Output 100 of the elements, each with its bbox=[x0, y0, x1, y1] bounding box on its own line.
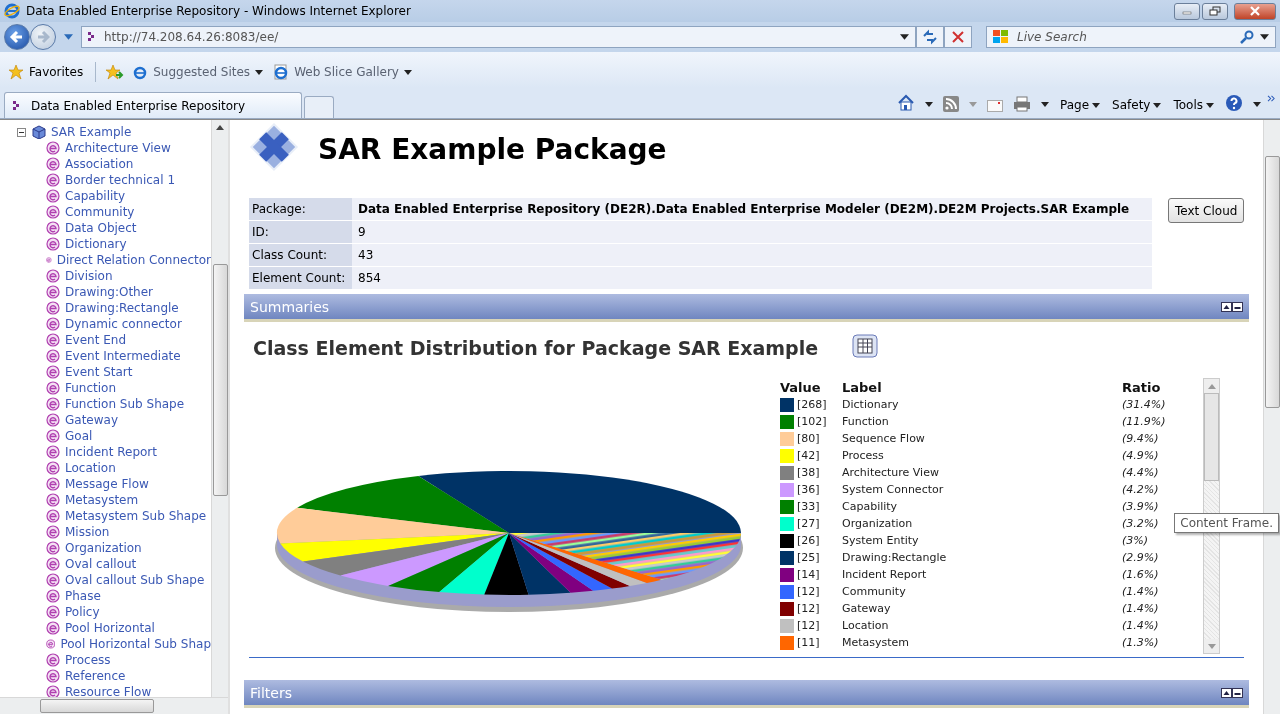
tree-item[interactable]: Function Sub Shape bbox=[65, 397, 185, 411]
legend-label: Function bbox=[842, 415, 890, 428]
table-icon[interactable] bbox=[852, 334, 879, 358]
tree-item[interactable]: Function bbox=[65, 381, 117, 395]
section-toggle-icon[interactable] bbox=[1221, 687, 1243, 698]
caret-icon[interactable] bbox=[1041, 102, 1049, 107]
chevron-icon[interactable] bbox=[1267, 95, 1276, 102]
legend-value: [36] bbox=[797, 483, 821, 496]
web-page-icon bbox=[273, 64, 290, 80]
tree-item[interactable]: Policy bbox=[65, 605, 100, 619]
restore-icon bbox=[1209, 6, 1221, 16]
legend-ratio: (4.4%) bbox=[1122, 466, 1159, 479]
add-favorite-icon[interactable] bbox=[106, 64, 125, 80]
tree-item[interactable]: Architecture View bbox=[65, 141, 171, 155]
caret-icon[interactable] bbox=[1260, 34, 1269, 40]
collapse-icon[interactable] bbox=[17, 127, 26, 137]
tree-item[interactable]: Event Intermediate bbox=[65, 349, 181, 363]
command-menu[interactable]: Tools bbox=[1168, 96, 1219, 114]
legend-value: [11] bbox=[797, 636, 821, 649]
caret-icon[interactable] bbox=[900, 34, 909, 40]
tree-item[interactable]: Border technical 1 bbox=[65, 173, 175, 187]
tree-item[interactable]: Resource Flow bbox=[65, 685, 152, 697]
scrollbar[interactable] bbox=[211, 120, 228, 697]
tree-item[interactable]: Pool Horizontal Sub Shap bbox=[60, 637, 211, 651]
tree-item[interactable]: Drawing:Other bbox=[65, 285, 153, 299]
favorites-link[interactable]: Suggested Sites bbox=[130, 62, 266, 82]
tree-item[interactable]: Dictionary bbox=[65, 237, 127, 251]
tree-item[interactable]: Data Object bbox=[65, 221, 137, 235]
tree-item[interactable]: Community bbox=[65, 205, 135, 219]
section-toggle-icon[interactable] bbox=[1221, 301, 1243, 312]
caret-icon bbox=[1153, 102, 1162, 108]
feed-icon[interactable] bbox=[943, 96, 959, 112]
tree-item[interactable]: Pool Horizontal bbox=[65, 621, 155, 635]
command-menu[interactable]: Page bbox=[1055, 96, 1106, 114]
tree-item[interactable]: Metasystem bbox=[65, 493, 139, 507]
print-icon[interactable] bbox=[1013, 96, 1031, 112]
caret-icon bbox=[403, 69, 412, 75]
favorites-link[interactable]: Web Slice Gallery bbox=[271, 62, 414, 82]
legend-label: System Connector bbox=[842, 483, 945, 496]
tree-item[interactable]: Mission bbox=[65, 525, 110, 539]
info-value: 854 bbox=[352, 267, 1152, 289]
stop-button[interactable] bbox=[944, 26, 972, 48]
tree-item[interactable]: Capability bbox=[65, 189, 126, 203]
element-icon bbox=[46, 637, 56, 651]
close-icon bbox=[1249, 6, 1261, 16]
tree-item[interactable]: Organization bbox=[65, 541, 142, 555]
address-field[interactable]: http://74.208.64.26:8083/ee/ bbox=[81, 26, 916, 48]
column-header: Label bbox=[842, 379, 883, 395]
tree-item[interactable]: Goal bbox=[65, 429, 93, 443]
element-icon bbox=[46, 525, 60, 539]
home-icon[interactable] bbox=[897, 94, 915, 112]
caret-icon[interactable] bbox=[925, 102, 933, 107]
window-title: Data Enabled Enterprise Repository - Windows Internet Explorer bbox=[26, 4, 411, 18]
forward-button[interactable] bbox=[30, 24, 56, 50]
tree-item[interactable]: Location bbox=[65, 461, 116, 475]
help-icon[interactable] bbox=[1225, 94, 1243, 112]
favorites-button[interactable]: Favorites bbox=[6, 62, 86, 82]
restore-button[interactable] bbox=[1202, 2, 1228, 20]
tree-item[interactable]: SAR Example bbox=[51, 125, 132, 139]
legend-label: Architecture View bbox=[842, 466, 940, 479]
command-menu[interactable]: Safety bbox=[1107, 96, 1167, 114]
text-cloud-button[interactable]: Text Cloud bbox=[1168, 198, 1245, 223]
legend-ratio: (1.3%) bbox=[1122, 636, 1159, 649]
tree-item[interactable]: Direct Relation Connector bbox=[56, 253, 211, 267]
tree-item[interactable]: Oval callout Sub Shape bbox=[65, 573, 205, 587]
tree-item[interactable]: Incident Report bbox=[65, 445, 157, 459]
tree-item[interactable]: Event End bbox=[65, 333, 126, 347]
scrollbar[interactable] bbox=[0, 697, 228, 714]
info-label: ID: bbox=[249, 221, 352, 243]
legend-label: Organization bbox=[842, 517, 914, 530]
tree-item[interactable]: Division bbox=[65, 269, 113, 283]
column-header: Ratio bbox=[1122, 379, 1161, 395]
element-icon bbox=[46, 493, 60, 507]
search-field[interactable]: Live Search bbox=[986, 26, 1276, 48]
legend-label: Location bbox=[842, 619, 890, 632]
scroll-up-icon[interactable] bbox=[216, 125, 224, 130]
element-icon bbox=[46, 221, 60, 235]
browser-tab[interactable]: Data Enabled Enterprise Repository bbox=[4, 92, 302, 118]
minimize-button[interactable] bbox=[1174, 2, 1200, 20]
refresh-button[interactable] bbox=[916, 26, 944, 48]
search-icon[interactable] bbox=[1240, 30, 1254, 44]
search-input[interactable]: Live Search bbox=[1015, 29, 1234, 45]
element-icon bbox=[46, 157, 60, 171]
tree-item[interactable]: Dynamic connector bbox=[65, 317, 182, 331]
caret-icon[interactable] bbox=[1253, 102, 1261, 107]
legend-label: Drawing:Rectangle bbox=[842, 551, 948, 564]
tree-item[interactable]: Reference bbox=[65, 669, 126, 683]
back-button[interactable] bbox=[4, 24, 30, 50]
tree-item[interactable]: Event Start bbox=[65, 365, 133, 379]
tree-item[interactable]: Association bbox=[65, 157, 134, 171]
tree-item[interactable]: Message Flow bbox=[65, 477, 149, 491]
tree-item[interactable]: Metasystem Sub Shape bbox=[65, 509, 207, 523]
tree-item[interactable]: Phase bbox=[65, 589, 101, 603]
tree-item[interactable]: Oval callout bbox=[65, 557, 137, 571]
element-icon bbox=[46, 301, 60, 315]
tree-item[interactable]: Drawing:Rectangle bbox=[65, 301, 179, 315]
tree-item[interactable]: Process bbox=[65, 653, 111, 667]
close-button[interactable] bbox=[1234, 2, 1276, 20]
legend-ratio: (4.2%) bbox=[1122, 483, 1159, 496]
tree-item[interactable]: Gateway bbox=[65, 413, 118, 427]
